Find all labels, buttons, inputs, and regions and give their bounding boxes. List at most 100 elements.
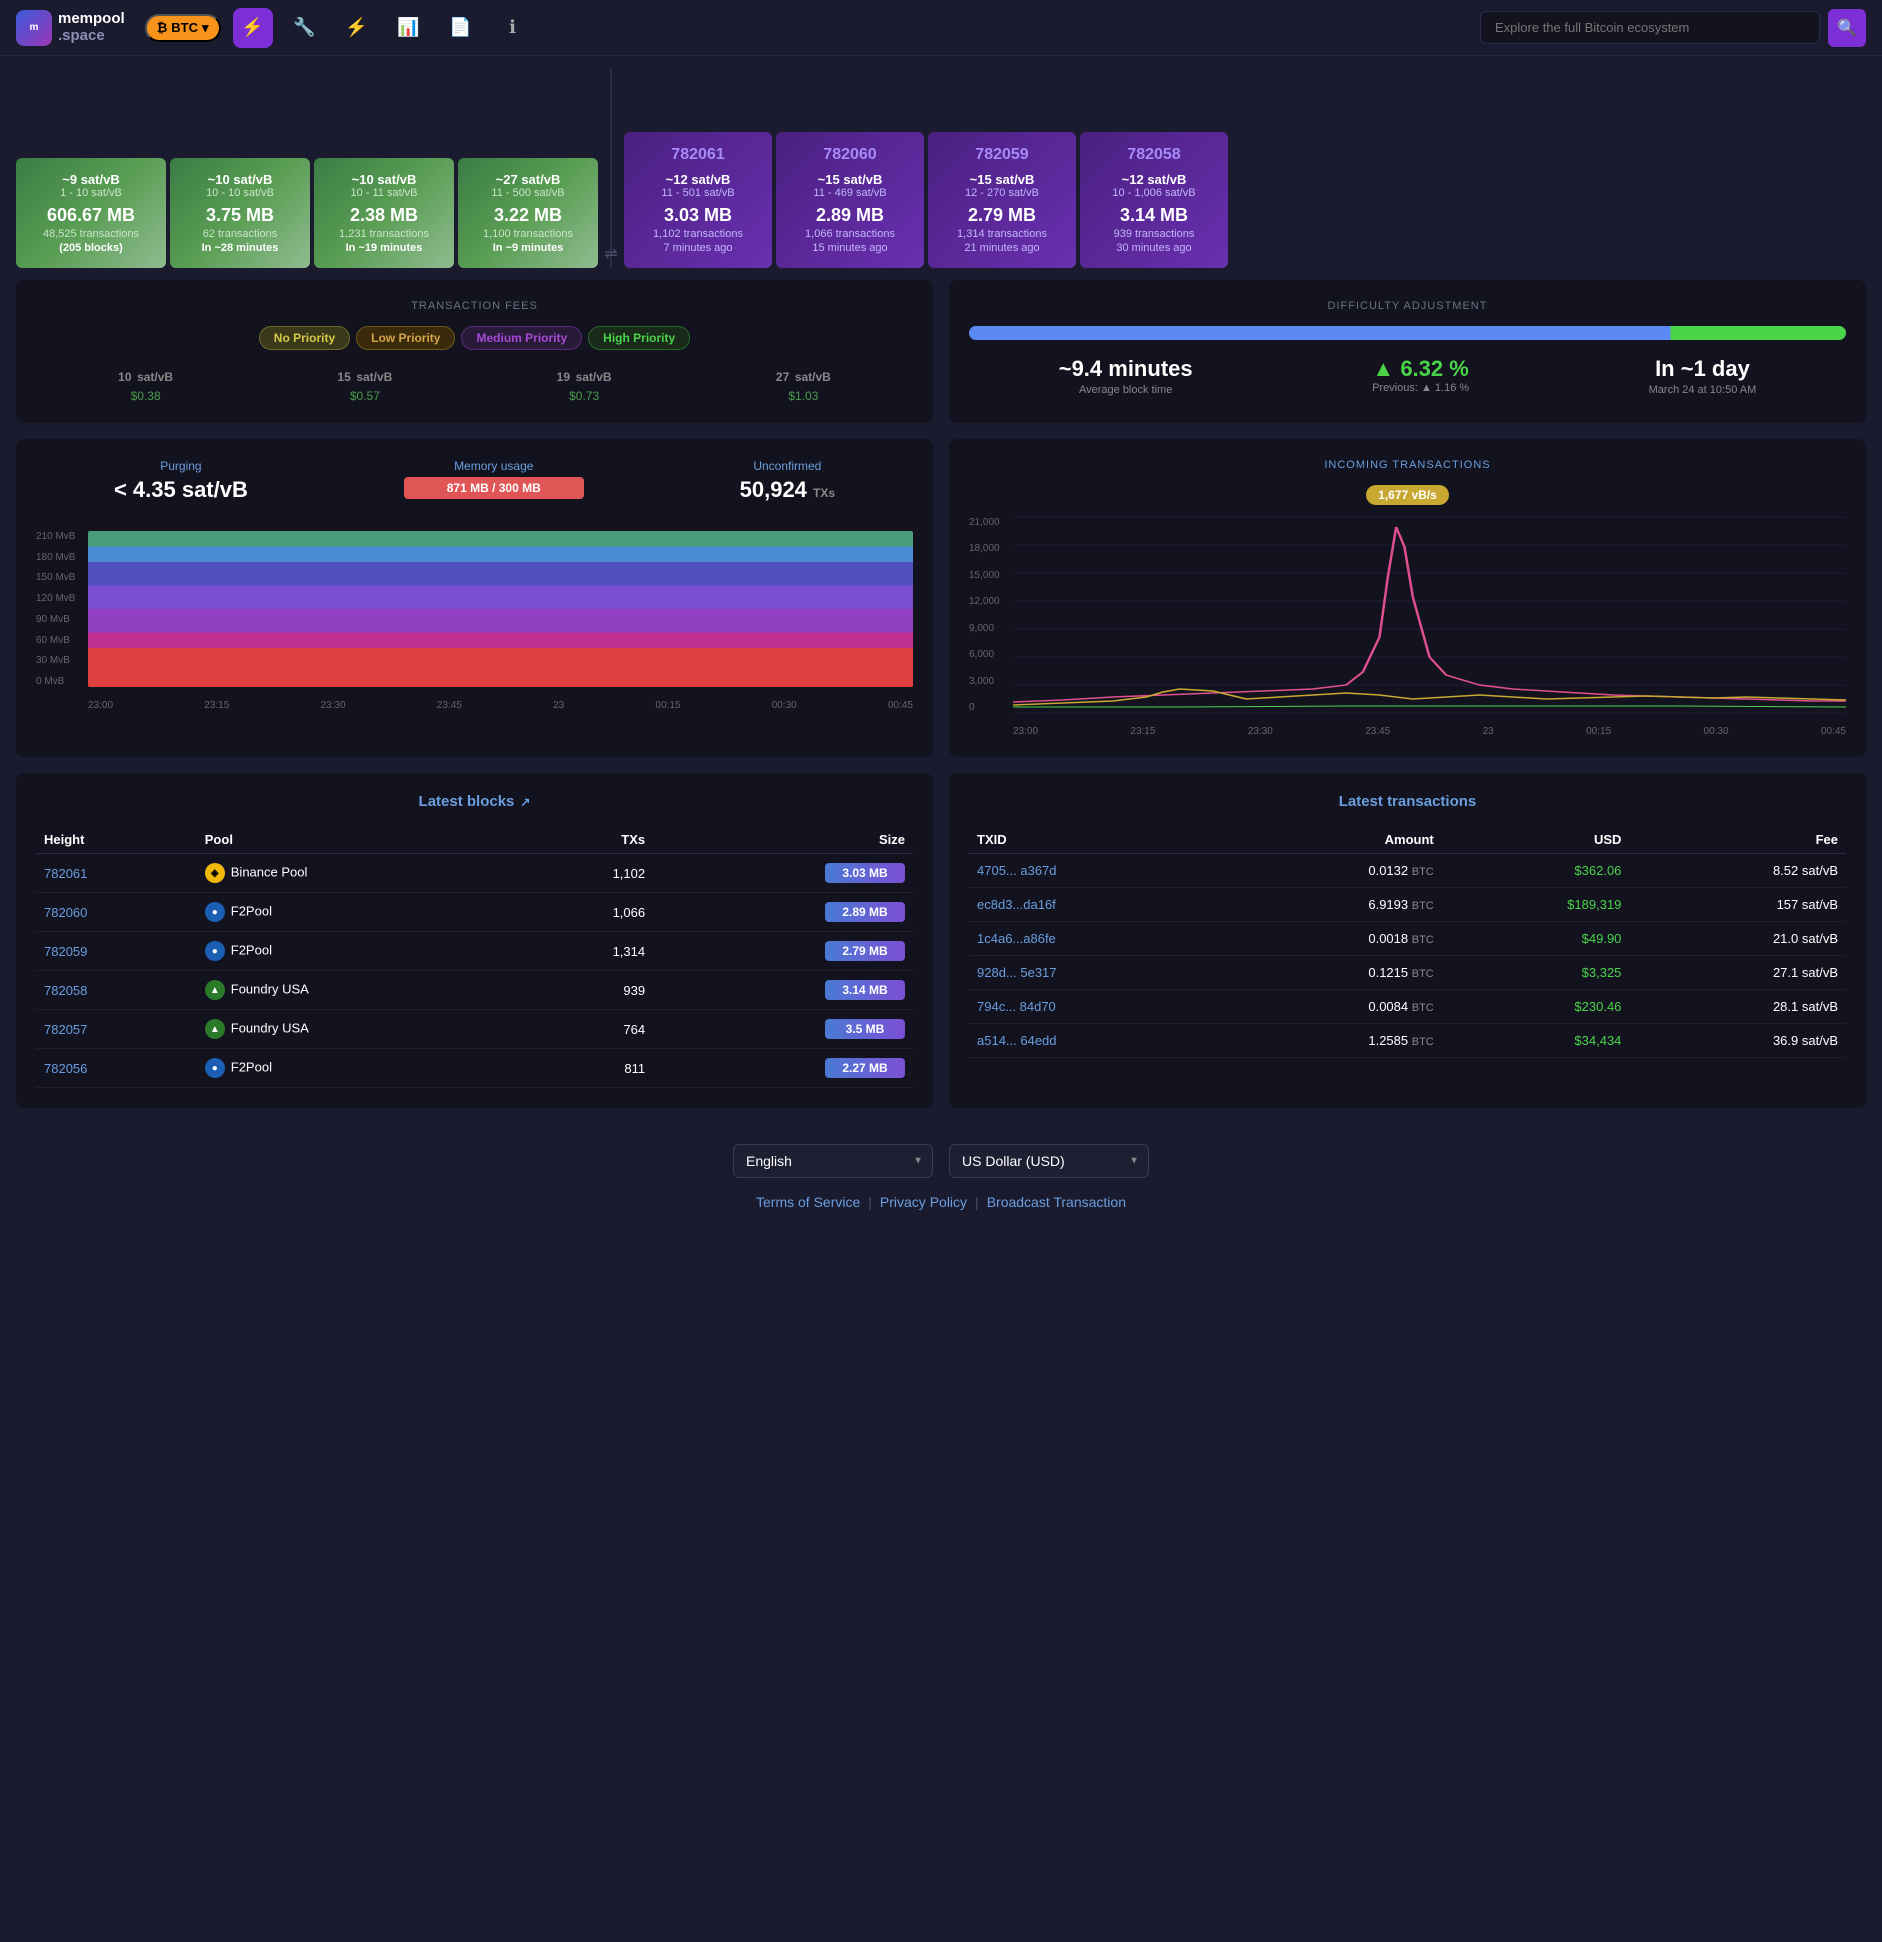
table-row[interactable]: 782058 ▲Foundry USA 939 3.14 MB — [36, 971, 913, 1010]
nav-docs-button[interactable]: 📄 — [441, 8, 481, 48]
btc-badge-button[interactable]: ₿ BTC ▾ — [145, 14, 221, 42]
mined-time-1: 15 minutes ago — [788, 242, 912, 254]
table-row[interactable]: 4705... a367d 0.0132 BTC $362.06 8.52 sa… — [969, 854, 1846, 888]
footer-sep-1: | — [868, 1194, 872, 1210]
divider-icon: ⇌ — [604, 244, 617, 264]
tx-amount-1: 6.9193 BTC — [1224, 888, 1441, 922]
table-row[interactable]: 782057 ▲Foundry USA 764 3.5 MB — [36, 1010, 913, 1049]
currency-select[interactable]: US Dollar (USD) — [949, 1144, 1149, 1178]
tx-fee-0: 8.52 sat/vB — [1629, 854, 1846, 888]
block-height-0[interactable]: 782061 — [36, 854, 197, 893]
mempool-block-2[interactable]: ~10 sat/vB 10 - 11 sat/vB 2.38 MB 1,231 … — [314, 158, 454, 268]
diff-block-time-val: ~9.4 minutes — [1059, 356, 1193, 382]
eta-3: In ~9 minutes — [470, 242, 586, 254]
table-row[interactable]: 794c... 84d70 0.0084 BTC $230.46 28.1 sa… — [969, 990, 1846, 1024]
block-size-1: 2.89 MB — [653, 893, 913, 932]
table-row[interactable]: 782056 ●F2Pool 811 2.27 MB — [36, 1049, 913, 1088]
main-grid: TRANSACTION FEES No Priority Low Priorit… — [0, 280, 1882, 1124]
col-usd: USD — [1442, 826, 1630, 854]
mined-block-3[interactable]: 782058 ~12 sat/vB 10 - 1,006 sat/vB 3.14… — [1080, 132, 1228, 268]
nav-info-button[interactable]: ℹ — [493, 8, 533, 48]
table-row[interactable]: a514... 64edd 1.2585 BTC $34,434 36.9 sa… — [969, 1024, 1846, 1058]
mempool-stats: Purging < 4.35 sat/vB Memory usage 871 M… — [36, 459, 913, 515]
table-row[interactable]: 1c4a6...a86fe 0.0018 BTC $49.90 21.0 sat… — [969, 922, 1846, 956]
mined-tx-3: 939 transactions — [1092, 228, 1216, 240]
fee-unit-2: sat/vB — [576, 370, 612, 384]
ext-link-icon: ↗ — [520, 795, 530, 809]
tx-usd-5: $34,434 — [1442, 1024, 1630, 1058]
tx-id-3[interactable]: 928d... 5e317 — [969, 956, 1224, 990]
eta-1: In ~28 minutes — [182, 242, 298, 254]
table-row[interactable]: 928d... 5e317 0.1215 BTC $3,325 27.1 sat… — [969, 956, 1846, 990]
logo-icon: m — [16, 10, 52, 46]
table-row[interactable]: ec8d3...da16f 6.9193 BTC $189,319 157 sa… — [969, 888, 1846, 922]
search-input[interactable] — [1480, 11, 1820, 44]
tx-usd-0: $362.06 — [1442, 854, 1630, 888]
nav-dashboard-button[interactable]: ⚡ — [233, 8, 273, 48]
block-height-2[interactable]: 782059 — [36, 932, 197, 971]
size-3: 3.22 MB — [470, 205, 586, 226]
block-txs-5: 811 — [522, 1049, 653, 1088]
block-pool-5: ●F2Pool — [197, 1049, 522, 1088]
mempool-block-1[interactable]: ~10 sat/vB 10 - 10 sat/vB 3.75 MB 62 tra… — [170, 158, 310, 268]
broadcast-link[interactable]: Broadcast Transaction — [987, 1194, 1126, 1210]
nav-charts-button[interactable]: 📊 — [389, 8, 429, 48]
mempool-block-3[interactable]: ~27 sat/vB 11 - 500 sat/vB 3.22 MB 1,100… — [458, 158, 598, 268]
tx-id-5[interactable]: a514... 64edd — [969, 1024, 1224, 1058]
tx-id-0[interactable]: 4705... a367d — [969, 854, 1224, 888]
size-bar-1: 2.89 MB — [825, 902, 905, 922]
tx-id-2[interactable]: 1c4a6...a86fe — [969, 922, 1224, 956]
memory-label: Memory usage — [404, 459, 584, 473]
table-row[interactable]: 782061 ◈Binance Pool 1,102 3.03 MB — [36, 854, 913, 893]
mined-range-3: 10 - 1,006 sat/vB — [1092, 187, 1216, 199]
currency-select-wrapper: US Dollar (USD) — [949, 1144, 1149, 1178]
incoming-y-labels: 21,000 18,000 15,000 12,000 9,000 6,000 … — [969, 517, 1013, 713]
diff-bar — [969, 326, 1846, 340]
mined-fee-1: ~15 sat/vB — [788, 172, 912, 187]
mined-size-1: 2.89 MB — [788, 205, 912, 226]
tx-id-4[interactable]: 794c... 84d70 — [969, 990, 1224, 1024]
block-height-1[interactable]: 782060 — [36, 893, 197, 932]
block-height-4[interactable]: 782057 — [36, 1010, 197, 1049]
nav-tools-button[interactable]: 🔧 — [285, 8, 325, 48]
tx-usd-2: $49.90 — [1442, 922, 1630, 956]
mined-block-1[interactable]: 782060 ~15 sat/vB 11 - 469 sat/vB 2.89 M… — [776, 132, 924, 268]
tx-fee-3: 27.1 sat/vB — [1629, 956, 1846, 990]
mempool-block-0[interactable]: ~9 sat/vB 1 - 10 sat/vB 606.67 MB 48,525… — [16, 158, 166, 268]
nav-lightning-button[interactable]: ⚡ — [337, 8, 377, 48]
search-button[interactable]: 🔍 — [1828, 9, 1866, 47]
table-row[interactable]: 782059 ●F2Pool 1,314 2.79 MB — [36, 932, 913, 971]
block-height-5[interactable]: 782056 — [36, 1049, 197, 1088]
tx-fee-5: 36.9 sat/vB — [1629, 1024, 1846, 1058]
terms-link[interactable]: Terms of Service — [756, 1194, 860, 1210]
purging-value: < 4.35 sat/vB — [114, 477, 248, 503]
fee-labels: No Priority Low Priority Medium Priority… — [36, 326, 913, 350]
size-bar-0: 3.03 MB — [825, 863, 905, 883]
mined-block-2[interactable]: 782059 ~15 sat/vB 12 - 270 sat/vB 2.79 M… — [928, 132, 1076, 268]
mined-tx-0: 1,102 transactions — [636, 228, 760, 240]
fee-main-2: ~10 sat/vB — [326, 172, 442, 187]
language-select[interactable]: English — [733, 1144, 933, 1178]
fee-sat-3: 27 sat/vB — [776, 364, 831, 387]
fee-range-1: 10 - 10 sat/vB — [182, 187, 298, 199]
block-height-3[interactable]: 782058 — [36, 971, 197, 1010]
latest-tx-title: Latest transactions — [969, 793, 1846, 810]
size-0: 606.67 MB — [28, 205, 154, 226]
table-row[interactable]: 782060 ●F2Pool 1,066 2.89 MB — [36, 893, 913, 932]
mined-fee-2: ~15 sat/vB — [940, 172, 1064, 187]
fee-unit-0: sat/vB — [137, 370, 173, 384]
pool-icon-3: ▲ — [205, 980, 225, 1000]
diff-change: ▲ 6.32 % Previous: ▲ 1.16 % — [1372, 356, 1469, 396]
mined-block-0[interactable]: 782061 ~12 sat/vB 11 - 501 sat/vB 3.03 M… — [624, 132, 772, 268]
txcount-0: 48,525 transactions — [28, 228, 154, 240]
tx-id-1[interactable]: ec8d3...da16f — [969, 888, 1224, 922]
fee-label-high: High Priority — [588, 326, 690, 350]
fee-range-3: 11 - 500 sat/vB — [470, 187, 586, 199]
btc-label: BTC — [171, 20, 198, 35]
footer-links: Terms of Service | Privacy Policy | Broa… — [756, 1194, 1126, 1210]
block-size-5: 2.27 MB — [653, 1049, 913, 1088]
block-size-4: 3.5 MB — [653, 1010, 913, 1049]
privacy-link[interactable]: Privacy Policy — [880, 1194, 967, 1210]
txcount-2: 1,231 transactions — [326, 228, 442, 240]
purging-label: Purging — [114, 459, 248, 473]
